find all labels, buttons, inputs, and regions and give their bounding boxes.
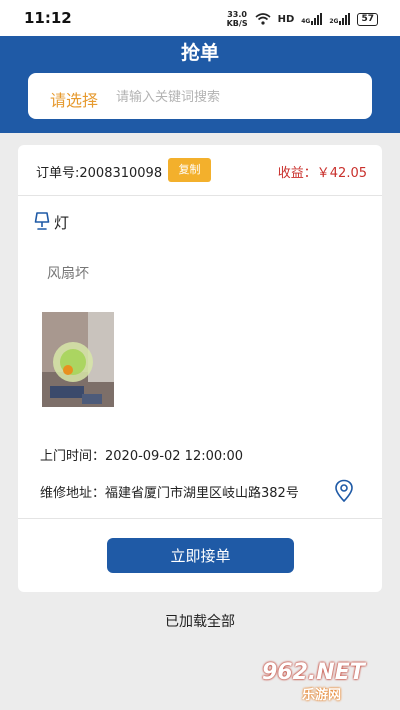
fault-description: 风扇坏 <box>47 266 89 282</box>
watermark-logo: 962.NET 乐游网 <box>256 660 392 704</box>
all-loaded-text: 已加载全部 <box>165 614 235 630</box>
accept-order-button[interactable]: 立即接单 <box>107 538 294 573</box>
status-icons: 33.0 KB/S HD 4G 2G 57 <box>227 10 378 28</box>
visit-time: 上门时间：2020-09-02 12:00:00 <box>40 449 244 464</box>
network-speed-value: 33.0 <box>227 10 247 19</box>
watermark-bottom: 乐游网 <box>302 688 342 703</box>
location-pin-icon[interactable] <box>334 479 354 503</box>
signal-2g-label: 2G <box>329 18 339 25</box>
page-title: 抢单 <box>180 42 219 64</box>
battery-icon: 57 <box>357 12 378 26</box>
wifi-icon <box>255 13 271 25</box>
network-speed-unit: KB/S <box>226 19 248 28</box>
fault-photo[interactable] <box>42 312 114 407</box>
divider <box>18 518 382 519</box>
status-bar: 11:12 33.0 KB/S HD 4G 2G 57 <box>0 0 400 36</box>
network-speed: 33.0 KB/S <box>227 10 248 28</box>
divider <box>18 195 382 196</box>
search-input[interactable] <box>114 82 358 112</box>
order-number: 订单号:2008310098 <box>36 166 163 181</box>
lamp-icon <box>34 212 50 230</box>
signal-4g-label: 4G <box>301 18 311 25</box>
category-select[interactable]: 请选择 <box>50 87 98 111</box>
signal-4g-icon: 4G <box>301 13 323 25</box>
watermark-top: 962.NET <box>262 660 365 685</box>
order-card: 订单号:2008310098 复制 收益：￥42.05 灯 风扇坏 上门时间：2… <box>18 145 382 592</box>
search-bar: 请选择 <box>28 73 372 119</box>
earning-amount: 收益：￥42.05 <box>277 166 367 181</box>
hd-label: HD <box>277 13 295 25</box>
copy-button[interactable]: 复制 <box>168 158 211 182</box>
repair-address: 维修地址：福建省厦门市湖里区岐山路382号 <box>40 486 299 501</box>
status-time: 11:12 <box>24 9 72 27</box>
signal-2g-icon: 2G <box>329 13 351 25</box>
category-label: 灯 <box>54 214 70 232</box>
